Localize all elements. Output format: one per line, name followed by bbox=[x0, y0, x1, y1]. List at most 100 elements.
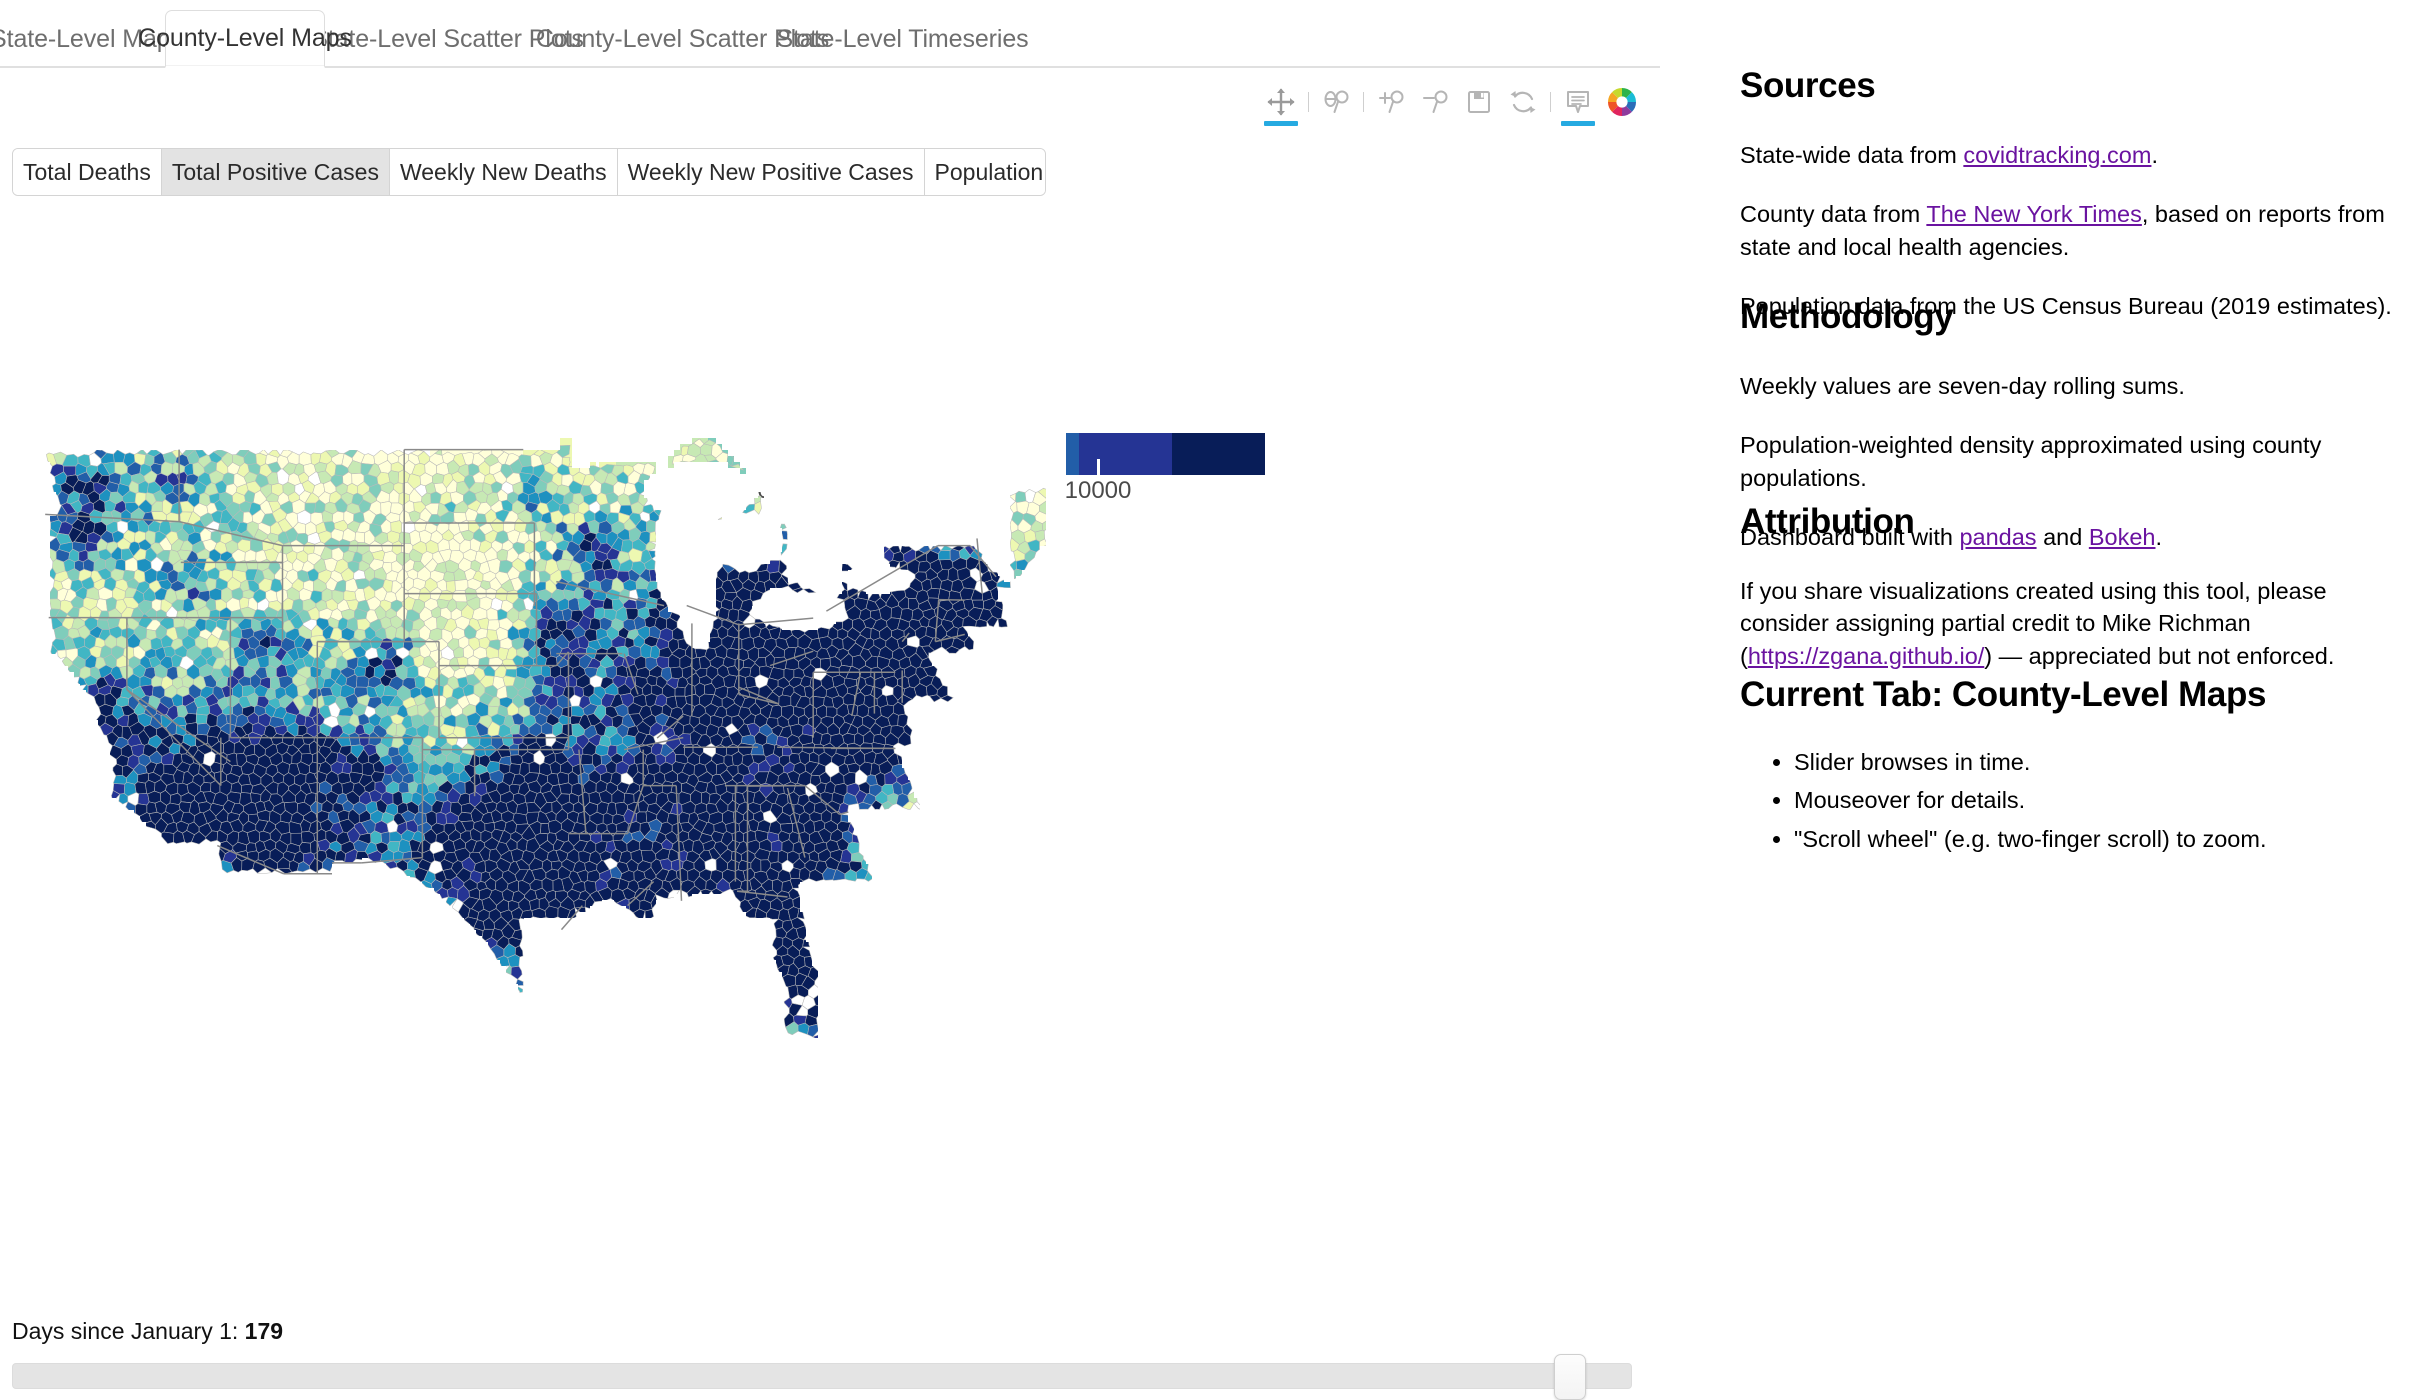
county-polygon[interactable] bbox=[580, 753, 593, 766]
county-polygon[interactable] bbox=[559, 782, 573, 795]
metric-button-population-density[interactable]: Population Density bbox=[924, 149, 1045, 195]
county-polygon[interactable] bbox=[797, 1022, 810, 1035]
author-site-link[interactable]: https://zgana.github.io/ bbox=[1748, 643, 1984, 669]
county-polygon[interactable] bbox=[112, 763, 123, 777]
county-polygon[interactable] bbox=[540, 823, 550, 835]
sources-heading: Sources bbox=[1740, 66, 1876, 105]
county-polygon[interactable] bbox=[298, 451, 312, 466]
county-polygon[interactable] bbox=[134, 781, 148, 795]
metric-button-weekly-new-deaths[interactable]: Weekly New Deaths bbox=[389, 149, 618, 195]
county-polygon[interactable] bbox=[802, 588, 817, 594]
county-polygon[interactable] bbox=[670, 666, 683, 680]
county-polygon[interactable] bbox=[49, 598, 62, 610]
nytimes-link[interactable]: The New York Times bbox=[1926, 201, 2142, 227]
save-tool[interactable] bbox=[1457, 80, 1501, 124]
county-polygon[interactable] bbox=[1009, 501, 1018, 514]
county-polygon[interactable] bbox=[646, 519, 656, 533]
info-sidebar: Sources State-wide data from covidtracki… bbox=[1740, 0, 2420, 1400]
county-polygon[interactable] bbox=[443, 571, 456, 582]
slider-label: Days since January 1: 179 bbox=[12, 1318, 1632, 1345]
county-polygon[interactable] bbox=[195, 713, 208, 725]
county-polygon[interactable] bbox=[244, 549, 257, 562]
county-polygon[interactable] bbox=[649, 531, 657, 543]
county-polygon[interactable] bbox=[509, 754, 524, 765]
county-choropleth-map[interactable] bbox=[0, 430, 1660, 1295]
attribution-p-post: ) — appreciated but not enforced. bbox=[1984, 642, 2335, 669]
county-polygon[interactable] bbox=[888, 559, 900, 569]
county-polygon[interactable] bbox=[770, 839, 783, 853]
current-tab-section: Current Tab: County-Level Maps Slider br… bbox=[1740, 675, 2408, 860]
county-polygon[interactable] bbox=[118, 793, 129, 805]
county-polygon[interactable] bbox=[699, 443, 713, 456]
reset-tool[interactable] bbox=[1501, 80, 1545, 124]
current-tab-heading: Current Tab: County-Level Maps bbox=[1740, 675, 2267, 714]
map-plot[interactable]: 110100100010000 2020-06-27 bbox=[0, 205, 1660, 1295]
time-slider-block: Days since January 1: 179 bbox=[12, 1318, 1632, 1400]
county-polygon[interactable] bbox=[398, 781, 410, 794]
county-polygon[interactable] bbox=[674, 686, 686, 697]
methodology-paragraph-1: Weekly values are seven-day rolling sums… bbox=[1740, 373, 2185, 399]
metric-button-label: Population Density bbox=[934, 158, 1045, 185]
covidtracking-link[interactable]: covidtracking.com bbox=[1963, 142, 2151, 168]
county-polygon[interactable] bbox=[245, 559, 259, 570]
metric-button-total-positive-cases[interactable]: Total Positive Cases bbox=[161, 149, 390, 195]
zoom-in-tool[interactable] bbox=[1369, 80, 1413, 124]
metric-button-group: Total Deaths Total Positive Cases Weekly N… bbox=[12, 148, 1046, 196]
county-polygon[interactable] bbox=[1009, 492, 1017, 502]
toolbar-separator bbox=[1303, 80, 1314, 124]
county-polygon[interactable] bbox=[147, 790, 161, 804]
county-polygon[interactable] bbox=[504, 965, 512, 976]
county-polygon[interactable] bbox=[185, 722, 198, 736]
county-polygon[interactable] bbox=[432, 473, 445, 485]
sources-p1-pre: State-wide data from bbox=[1740, 142, 1964, 168]
toolbar-separator bbox=[1358, 80, 1369, 124]
metric-button-weekly-new-positive-cases[interactable]: Weekly New Positive Cases bbox=[617, 149, 925, 195]
county-polygon[interactable] bbox=[1009, 560, 1017, 572]
county-polygon[interactable] bbox=[778, 559, 787, 575]
county-polygon[interactable] bbox=[57, 649, 67, 659]
tab-state-level-timeseries[interactable]: State-Level Timeseries bbox=[776, 10, 1028, 68]
county-polygon[interactable] bbox=[408, 629, 421, 639]
county-polygon[interactable] bbox=[678, 811, 690, 824]
county-polygon[interactable] bbox=[1015, 490, 1027, 503]
county-polygon[interactable] bbox=[635, 811, 648, 824]
county-polygon[interactable] bbox=[807, 1023, 819, 1038]
county-polygon[interactable] bbox=[672, 627, 685, 641]
bokeh-toolbar bbox=[1259, 78, 1644, 126]
county-polygon[interactable] bbox=[246, 829, 260, 844]
tab-state-level-scatter-plots[interactable]: State-Level Scatter Plots bbox=[311, 10, 584, 68]
county-polygon[interactable] bbox=[937, 550, 951, 561]
county-polygon[interactable] bbox=[648, 569, 658, 582]
hover-tool[interactable] bbox=[1556, 80, 1600, 126]
county-polygon[interactable] bbox=[183, 713, 197, 725]
pan-tool[interactable] bbox=[1259, 80, 1303, 126]
slider-track-wrap[interactable] bbox=[12, 1354, 1632, 1400]
attribution-heading: Attribution bbox=[1740, 502, 1915, 541]
slider-value: 179 bbox=[244, 1318, 284, 1344]
county-polygon[interactable] bbox=[778, 694, 792, 708]
slider-track[interactable] bbox=[12, 1363, 1632, 1389]
toolbar-separator bbox=[1545, 80, 1556, 124]
county-polygon[interactable] bbox=[356, 675, 370, 688]
current-tab-bullet: Slider browses in time. bbox=[1794, 745, 2408, 779]
county-polygon[interactable] bbox=[458, 811, 473, 822]
sources-section: Sources State-wide data from covidtracki… bbox=[1740, 66, 2408, 323]
county-polygon[interactable] bbox=[406, 664, 419, 679]
county-polygon[interactable] bbox=[137, 793, 150, 806]
tab-county-level-maps[interactable]: County-Level Maps bbox=[138, 10, 352, 68]
metric-button-total-deaths[interactable]: Total Deaths bbox=[13, 149, 162, 195]
bokeh-logo-icon[interactable] bbox=[1600, 80, 1644, 124]
sources-p1-post: . bbox=[2151, 142, 2158, 168]
tab-county-level-scatter-plots[interactable]: County-Level Scatter Plots bbox=[536, 10, 829, 68]
county-polygon[interactable] bbox=[510, 965, 523, 980]
county-polygon[interactable] bbox=[997, 617, 1008, 628]
county-polygon[interactable] bbox=[850, 852, 864, 863]
slider-handle[interactable] bbox=[1554, 1354, 1587, 1400]
zoom-out-tool[interactable] bbox=[1413, 80, 1457, 124]
county-polygon[interactable] bbox=[341, 761, 353, 775]
county-polygon[interactable] bbox=[588, 617, 601, 631]
map-svg[interactable] bbox=[0, 430, 1660, 1295]
box-zoom-tool[interactable] bbox=[1314, 80, 1358, 124]
county-polygon[interactable] bbox=[343, 590, 357, 602]
county-polygon[interactable] bbox=[169, 792, 182, 806]
